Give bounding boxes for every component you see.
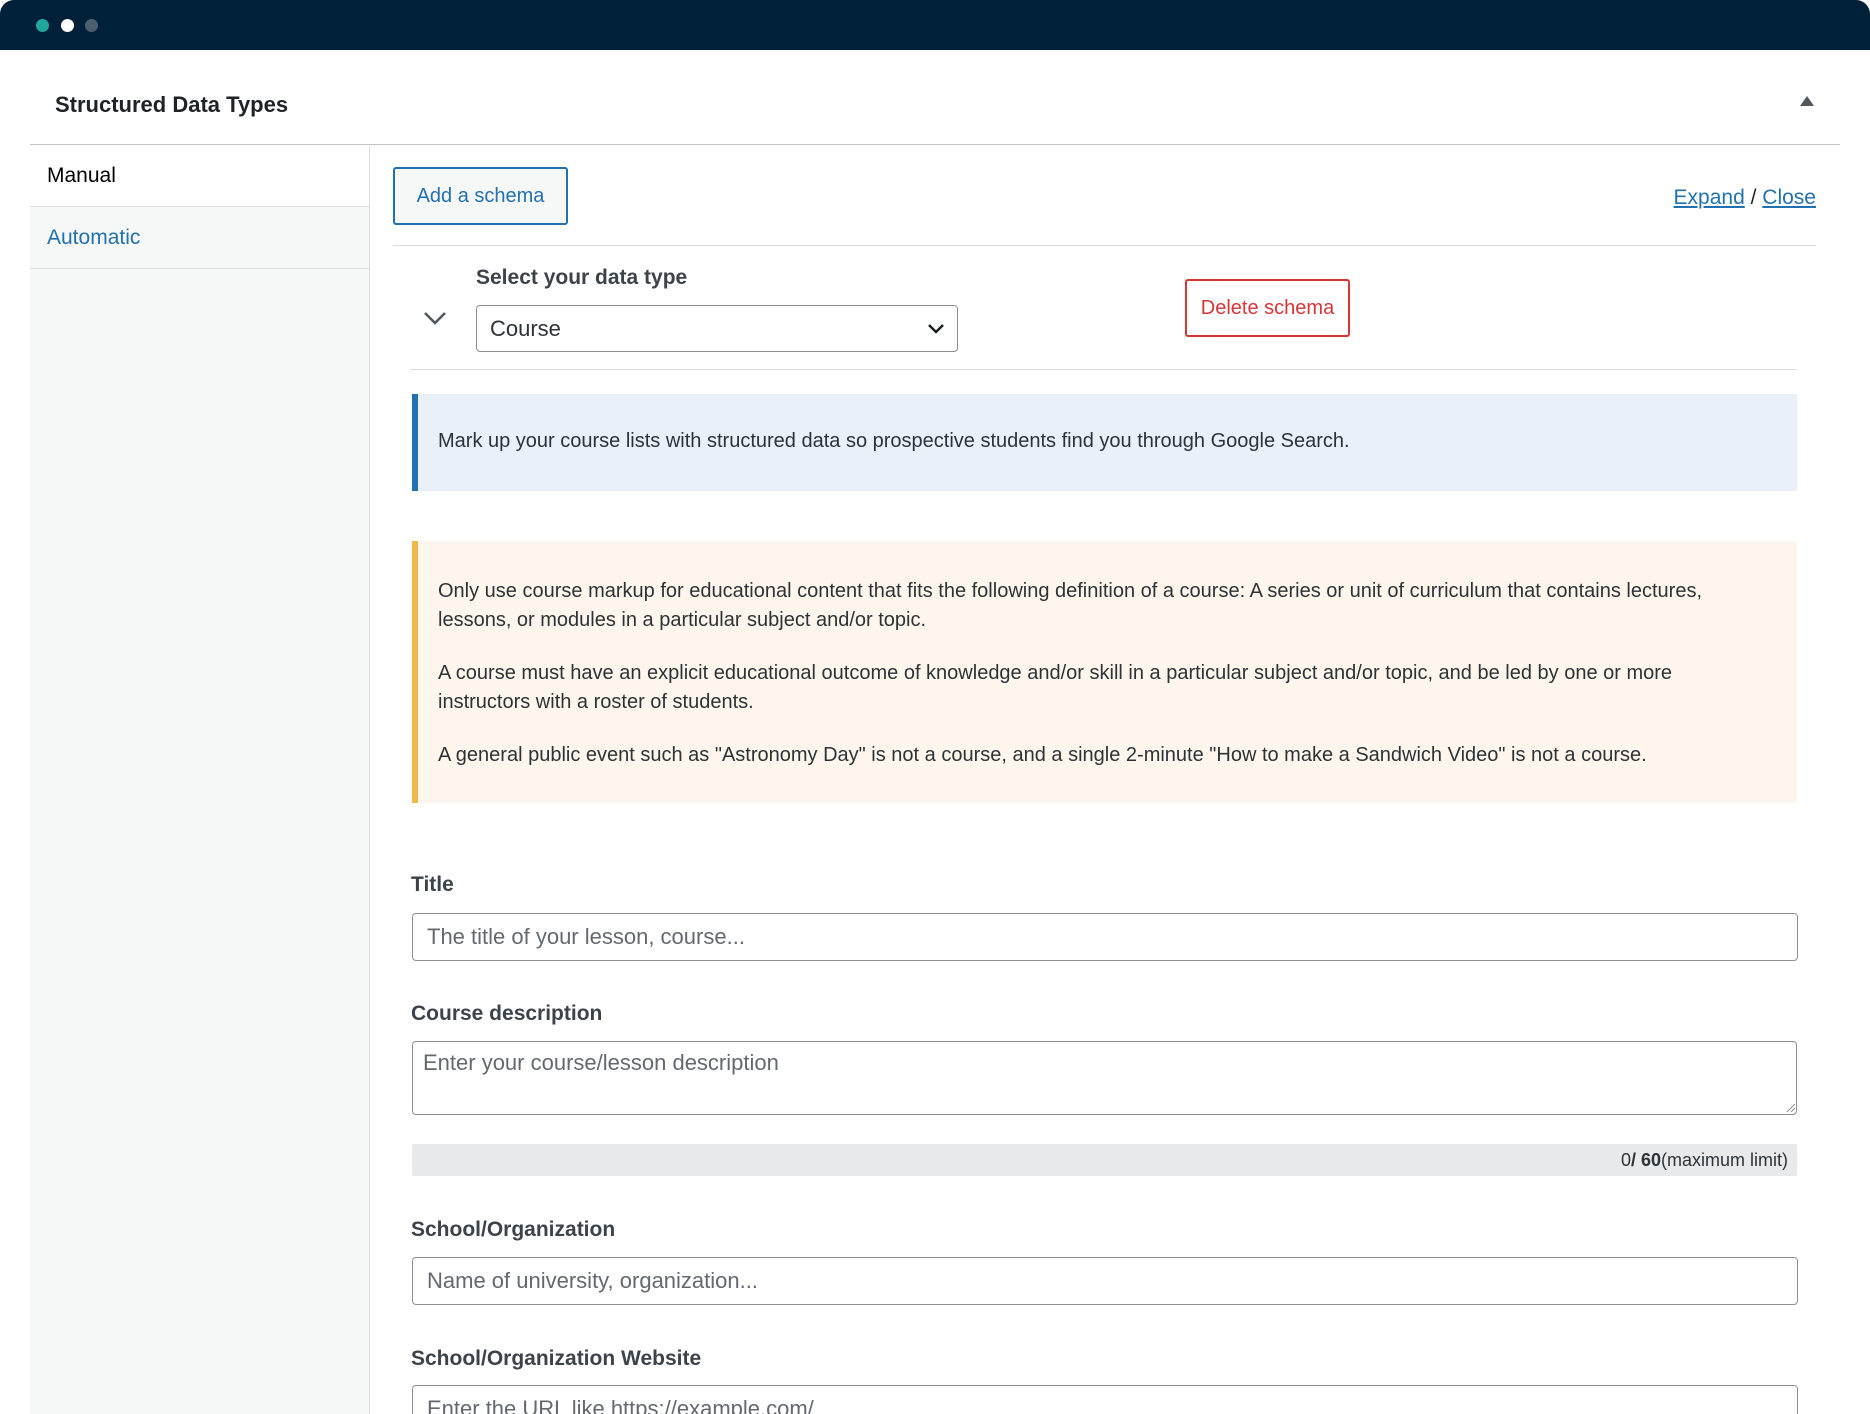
organization-website-label: School/Organization Website [411,1347,702,1370]
panel-header: Structured Data Types [30,50,1840,145]
warning-paragraph: A course must have an explicit education… [438,662,1673,713]
title-input[interactable] [412,913,1798,961]
data-type-label: Select your data type [476,266,688,289]
title-label: Title [411,873,454,896]
delete-schema-button[interactable]: Delete schema [1185,279,1350,337]
data-type-value: Course [490,316,561,341]
divider [410,369,1797,370]
window-titlebar [0,0,1870,50]
sidebar-tab-automatic[interactable]: Automatic [30,207,369,269]
sidebar: Manual Automatic [30,146,370,1414]
course-description-textarea[interactable] [412,1041,1797,1115]
select-chevron-icon [928,324,944,334]
organization-website-input[interactable] [412,1385,1798,1414]
sidebar-tab-manual[interactable]: Manual [30,146,369,207]
info-notice-text: Mark up your course lists with structure… [438,430,1350,452]
counter-max: / 60 [1630,1150,1662,1170]
warning-paragraph: A general public event such as "Astronom… [438,744,1647,766]
resize-grip-icon[interactable] [1786,1103,1796,1113]
organization-label: School/Organization [411,1218,616,1241]
main-content: Add a schema Expand / Close Select your … [370,146,1870,1414]
expand-close-links: Expand / Close [1674,186,1816,210]
expand-link[interactable]: Expand [1674,186,1745,209]
collapse-arrow-icon[interactable] [1800,96,1814,106]
data-type-select[interactable]: Course [476,305,958,352]
window-close-control[interactable] [36,19,49,32]
window-maximize-control[interactable] [85,19,98,32]
organization-input[interactable] [412,1257,1798,1305]
character-counter: 0/ 60(maximum limit) [412,1144,1797,1176]
warning-paragraph: Only use course markup for educational c… [438,580,1702,631]
counter-current: 0 [1620,1150,1631,1170]
add-schema-button[interactable]: Add a schema [393,167,568,225]
close-link[interactable]: Close [1762,186,1816,209]
divider [393,245,1816,246]
window-minimize-control[interactable] [61,19,74,32]
course-description-label: Course description [411,1002,603,1025]
counter-suffix: (maximum limit) [1661,1150,1788,1170]
warning-notice: Only use course markup for educational c… [412,541,1797,803]
panel-title: Structured Data Types [55,92,289,117]
link-separator: / [1750,186,1757,209]
info-notice: Mark up your course lists with structure… [412,394,1797,491]
chevron-down-icon[interactable] [423,310,447,326]
